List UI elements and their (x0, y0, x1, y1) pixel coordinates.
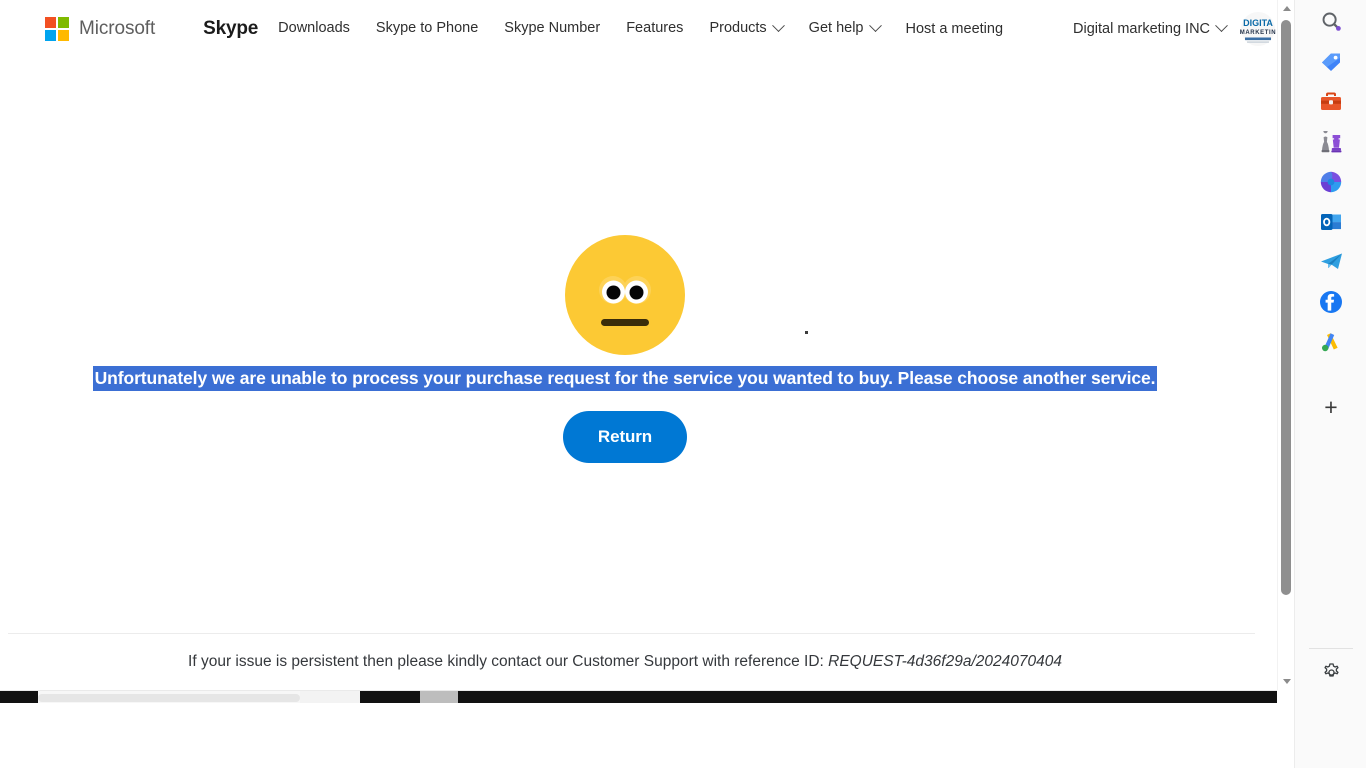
app-sidebar: + (1294, 0, 1366, 768)
toolbox-icon (1320, 92, 1342, 117)
skype-brand-link[interactable]: Skype (203, 18, 258, 40)
nav-item-label: Skype to Phone (375, 20, 479, 37)
plus-icon: + (1324, 393, 1338, 420)
svg-text:DIGITA: DIGITA (1243, 18, 1273, 28)
svg-text:MARKETIN: MARKETIN (1240, 30, 1276, 36)
horizontal-scrollbar-thumb[interactable] (38, 694, 300, 702)
header-right-group: Host a meeting Digital marketing INC DIG… (906, 11, 1278, 46)
sidebar-item-toolbox[interactable] (1314, 87, 1348, 121)
search-icon (1321, 11, 1342, 37)
desktop-background (0, 703, 1366, 768)
nav-item-skype-number[interactable]: Skype Number (504, 21, 600, 36)
chevron-down-icon (868, 19, 882, 33)
vertical-scrollbar-thumb[interactable] (1281, 20, 1291, 595)
nav-item-label: Products (709, 20, 767, 37)
sidebar-item-settings[interactable] (1314, 658, 1348, 692)
sidebar-item-facebook[interactable] (1314, 287, 1348, 321)
site-header: Microsoft Skype Downloads Skype to Phone… (0, 0, 1277, 57)
nav-item-downloads[interactable]: Downloads (278, 21, 350, 36)
facebook-icon (1320, 290, 1342, 318)
neutral-face-emoji (565, 235, 685, 355)
nav-item-get-help[interactable]: Get help (808, 19, 882, 37)
host-a-meeting-link[interactable]: Host a meeting (906, 21, 1004, 37)
organization-logo-icon: DIGITA MARKETIN (1236, 11, 1277, 46)
sidebar-item-google-ads[interactable] (1314, 327, 1348, 361)
reference-id: REQUEST-4d36f29a/2024070404 (828, 653, 1062, 670)
nav-item-label: Downloads (278, 20, 350, 37)
gear-icon (1321, 662, 1342, 688)
error-message-text: Unfortunately we are unable to process y… (92, 366, 1158, 391)
sidebar-item-chess[interactable] (1314, 127, 1348, 161)
return-button[interactable]: Return (563, 411, 687, 463)
error-message-row: Unfortunately we are unable to process y… (0, 366, 1250, 391)
sidebar-item-telegram[interactable] (1314, 247, 1348, 281)
sidebar-item-search[interactable] (1314, 7, 1348, 41)
sidebar-item-outlook[interactable] (1314, 207, 1348, 241)
footer-divider (8, 633, 1255, 634)
microsoft-wordmark: Microsoft (79, 17, 156, 39)
nav-item-features[interactable]: Features (626, 21, 683, 36)
telegram-icon (1320, 252, 1343, 277)
account-label: Digital marketing INC (1073, 20, 1211, 37)
primary-nav: Downloads Skype to Phone Skype Number Fe… (278, 19, 905, 37)
vertical-scrollbar[interactable] (1277, 0, 1294, 690)
add-app-button[interactable]: + (1314, 390, 1348, 424)
nav-item-label: Features (626, 20, 684, 37)
nav-item-label: Skype Number (504, 20, 601, 37)
horizontal-scrollbar[interactable] (0, 690, 1277, 704)
browser-window: Microsoft Skype Downloads Skype to Phone… (0, 0, 1366, 768)
main-content: Unfortunately we are unable to process y… (0, 57, 1277, 633)
nav-item-products[interactable]: Products (709, 19, 785, 37)
triangle-up-icon (1282, 6, 1291, 11)
page-footer: If your issue is persistent then please … (0, 633, 1277, 690)
triangle-down-icon (1282, 679, 1291, 684)
account-menu[interactable]: Digital marketing INC (1073, 19, 1228, 37)
scroll-down-arrow[interactable] (1278, 673, 1295, 690)
sidebar-item-microsoft-365[interactable] (1314, 167, 1348, 201)
support-text-prefix: If your issue is persistent then please … (188, 653, 829, 670)
google-ads-icon (1320, 332, 1342, 357)
page-viewport: Microsoft Skype Downloads Skype to Phone… (0, 0, 1277, 690)
scroll-up-arrow[interactable] (1278, 0, 1295, 17)
chess-pieces-icon (1319, 128, 1343, 158)
microsoft-365-icon (1320, 171, 1342, 198)
sidebar-item-tag[interactable] (1314, 47, 1348, 81)
chevron-down-icon (1215, 19, 1228, 33)
nav-item-skype-to-phone[interactable]: Skype to Phone (376, 21, 478, 36)
tag-icon (1320, 51, 1342, 78)
microsoft-logo-icon (45, 16, 69, 41)
microsoft-logo-link[interactable]: Microsoft (45, 0, 155, 57)
support-reference-text: If your issue is persistent then please … (0, 653, 1250, 671)
chevron-down-icon (771, 19, 785, 33)
nav-item-label: Get help (808, 20, 864, 37)
outlook-icon (1320, 212, 1342, 237)
sidebar-divider (1309, 648, 1353, 649)
stray-dot (805, 331, 808, 334)
